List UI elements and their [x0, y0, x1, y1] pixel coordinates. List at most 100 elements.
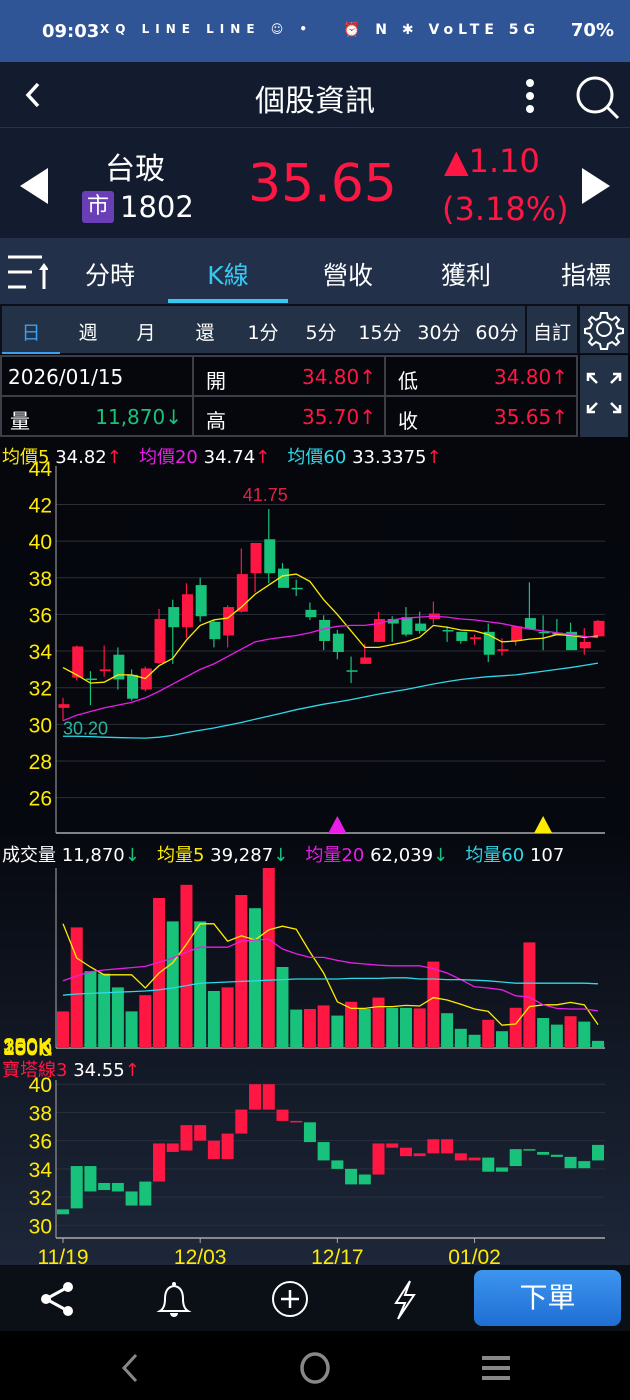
signal-triangle — [534, 816, 553, 833]
tower-block — [345, 1168, 358, 1185]
tower-block — [180, 1125, 193, 1151]
price-tick-label: 38 — [29, 568, 52, 591]
tower-block — [249, 1084, 262, 1110]
tower-block — [509, 1149, 522, 1167]
tower-block — [399, 1147, 412, 1157]
tower-block — [98, 1182, 111, 1191]
tower-block — [331, 1160, 344, 1169]
tower-tick-label: 40 — [29, 1074, 52, 1097]
signal-triangle — [328, 816, 347, 833]
candle-body — [291, 587, 303, 590]
tower-tick-label: 32 — [29, 1187, 52, 1210]
volume-bar — [550, 1024, 563, 1048]
price-tick-label: 32 — [29, 678, 52, 701]
price-tick-label: 34 — [29, 641, 53, 664]
tower-block — [262, 1084, 275, 1110]
share-icon[interactable] — [40, 1281, 76, 1317]
place-order-button[interactable]: 下單 — [474, 1270, 621, 1326]
tower-block — [372, 1143, 385, 1175]
tower-block — [153, 1143, 166, 1182]
candle-body — [593, 620, 605, 637]
candle-body — [456, 631, 468, 641]
price-tick-label: 42 — [29, 494, 52, 517]
volume-bar — [207, 991, 220, 1048]
nav-back-icon[interactable] — [118, 1351, 142, 1385]
volume-bar — [495, 1031, 508, 1048]
candle-body — [58, 704, 70, 708]
tower-block — [482, 1157, 495, 1172]
tower-block — [413, 1153, 426, 1157]
tower-block — [454, 1153, 467, 1161]
tower-block — [578, 1161, 591, 1169]
candle-body — [470, 637, 482, 640]
volume-bar — [592, 1040, 604, 1048]
tower-tick-label: 36 — [29, 1131, 52, 1154]
tower-block — [523, 1149, 536, 1151]
volume-bar — [413, 1008, 426, 1048]
volume-bar — [98, 973, 111, 1048]
candle-body — [195, 585, 207, 617]
candle-body — [140, 668, 152, 690]
price-tick-label: 36 — [29, 604, 52, 627]
add-watchlist-icon[interactable] — [270, 1279, 310, 1319]
tower-block — [276, 1109, 289, 1121]
volume-bar — [262, 868, 275, 1048]
candle-body — [511, 626, 523, 641]
volume-bar — [194, 921, 207, 1048]
alert-bell-icon[interactable] — [154, 1279, 194, 1319]
candle-body — [305, 609, 317, 618]
volume-bar — [221, 987, 234, 1048]
tower-block — [70, 1166, 83, 1209]
volume-bar — [427, 961, 440, 1048]
volume-bar — [564, 1016, 577, 1048]
tower-block — [592, 1144, 604, 1161]
volume-bar — [84, 971, 97, 1048]
candle-body — [332, 633, 344, 652]
tower-block — [550, 1154, 563, 1157]
volume-bar — [70, 927, 83, 1048]
tower-block — [166, 1143, 179, 1152]
tower-block — [564, 1156, 577, 1169]
nav-recents-icon[interactable] — [480, 1353, 514, 1383]
candle-body — [346, 670, 358, 672]
max-price-label: 41.75 — [243, 485, 288, 505]
volume-bar — [235, 895, 248, 1048]
tower-tick-label: 30 — [29, 1215, 52, 1238]
tower-block — [235, 1109, 248, 1134]
volume-bar — [57, 1011, 69, 1048]
candle-body — [360, 657, 372, 664]
tower-block — [84, 1166, 97, 1192]
volume-bar — [331, 1015, 344, 1048]
candle-body — [497, 649, 509, 652]
volume-bar — [358, 1009, 371, 1048]
candle-body — [401, 617, 413, 635]
candle-body — [209, 621, 221, 640]
volume-bar — [290, 1009, 303, 1048]
tower-block — [468, 1157, 481, 1161]
volume-bar — [111, 987, 124, 1048]
price-tick-label: 26 — [29, 788, 52, 811]
volume-bar — [180, 884, 193, 1048]
tower-tick-label: 34 — [29, 1159, 53, 1182]
tower-tick-label: 38 — [29, 1102, 52, 1125]
tower-block — [194, 1125, 207, 1141]
candle-body — [154, 618, 166, 663]
tower-block — [111, 1182, 124, 1192]
volume-bar — [523, 942, 536, 1048]
volume-bar — [468, 1034, 481, 1048]
tower-block — [358, 1174, 371, 1185]
volume-bar — [125, 1011, 138, 1048]
kline-charts[interactable]: 2628303234363840424441.7530.20050K100K15… — [0, 0, 630, 1270]
volume-bar — [249, 908, 262, 1048]
volume-bar — [537, 1018, 550, 1048]
tower-block — [317, 1142, 330, 1161]
candle-body — [127, 674, 139, 699]
flash-order-icon[interactable] — [390, 1279, 420, 1321]
price-tick-label: 30 — [29, 714, 52, 737]
price-tick-label: 44 — [29, 458, 53, 481]
system-nav-bar — [0, 1331, 630, 1400]
nav-home-icon[interactable] — [298, 1351, 332, 1385]
volume-bar — [454, 1028, 467, 1048]
tower-block — [386, 1143, 399, 1148]
volume-bar — [509, 1007, 522, 1048]
